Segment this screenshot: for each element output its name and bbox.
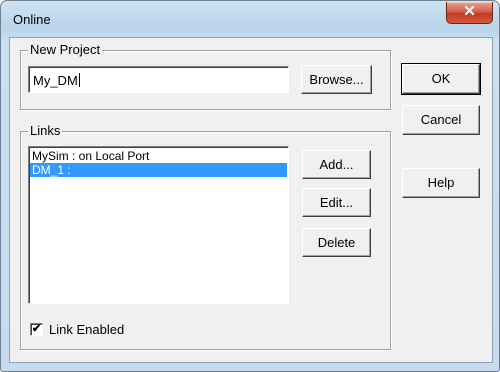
ok-button[interactable]: OK <box>401 63 481 95</box>
browse-button[interactable]: Browse... <box>301 65 372 94</box>
link-list-item[interactable]: MySim : on Local Port <box>30 149 287 163</box>
link-list-item[interactable]: DM_1 : <box>30 163 287 177</box>
delete-button-label: Delete <box>317 235 356 250</box>
add-button-label: Add... <box>319 157 354 172</box>
project-name-input[interactable]: My_DM <box>28 66 289 93</box>
online-dialog-window: Online ✕ New Project My_DM Browse... Lin… <box>0 0 500 372</box>
help-button-label: Help <box>427 175 455 190</box>
dialog-client-area: New Project My_DM Browse... Links MySim … <box>9 37 493 363</box>
links-group: Links MySim : on Local Port DM_1 : Add...… <box>20 123 391 350</box>
cancel-button[interactable]: Cancel <box>402 105 480 135</box>
cancel-button-label: Cancel <box>420 112 462 127</box>
text-caret <box>78 73 80 87</box>
links-legend: Links <box>28 123 63 139</box>
add-link-button[interactable]: Add... <box>302 150 371 179</box>
links-listbox[interactable]: MySim : on Local Port DM_1 : <box>28 146 289 304</box>
link-enabled-checkbox[interactable]: ✔ <box>30 323 43 336</box>
delete-link-button[interactable]: Delete <box>302 228 371 257</box>
edit-button-label: Edit... <box>319 195 354 210</box>
browse-button-label: Browse... <box>309 72 364 87</box>
new-project-group: New Project My_DM Browse... <box>20 42 391 110</box>
window-title: Online <box>13 12 51 27</box>
ok-button-label: OK <box>431 71 451 86</box>
close-icon: ✕ <box>463 3 476 20</box>
project-name-value: My_DM <box>33 73 78 88</box>
checkmark-icon: ✔ <box>31 323 42 335</box>
close-button[interactable]: ✕ <box>446 2 493 24</box>
edit-link-button[interactable]: Edit... <box>302 188 371 217</box>
link-enabled-label[interactable]: Link Enabled <box>49 322 124 337</box>
help-button[interactable]: Help <box>402 168 480 198</box>
title-bar[interactable]: Online ✕ <box>1 1 499 37</box>
new-project-legend: New Project <box>28 42 103 58</box>
